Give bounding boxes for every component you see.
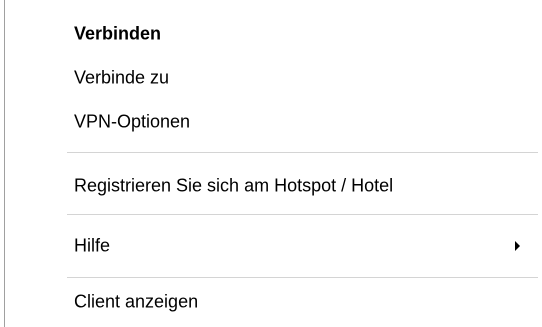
menu-item-vpn-optionen[interactable]: VPN-Optionen (4, 100, 524, 144)
menu-item-label: VPN-Optionen (74, 111, 191, 132)
menu-item-client-anzeigen[interactable]: Client anzeigen (4, 280, 524, 324)
menu-item-label: Verbinde zu (74, 67, 170, 88)
chevron-right-icon (515, 241, 520, 251)
menu-item-verbinde-zu[interactable]: Verbinde zu (4, 56, 524, 100)
menu-item-hotspot-register[interactable]: Registrieren Sie sich am Hotspot / Hotel (4, 164, 524, 208)
menu-separator (67, 214, 538, 215)
menu-separator (67, 152, 538, 153)
menu-item-verbinden[interactable]: Verbinden (4, 12, 524, 56)
menu-separator (67, 277, 538, 278)
menu-item-label: Hilfe (74, 235, 111, 256)
menu-item-label: Client anzeigen (74, 291, 199, 312)
menu-item-label: Registrieren Sie sich am Hotspot / Hotel (74, 175, 394, 196)
context-menu: Verbinden Verbinde zu VPN-Optionen Regis… (0, 0, 542, 327)
menu-item-hilfe[interactable]: Hilfe (4, 224, 524, 268)
menu-item-label: Verbinden (74, 23, 162, 44)
